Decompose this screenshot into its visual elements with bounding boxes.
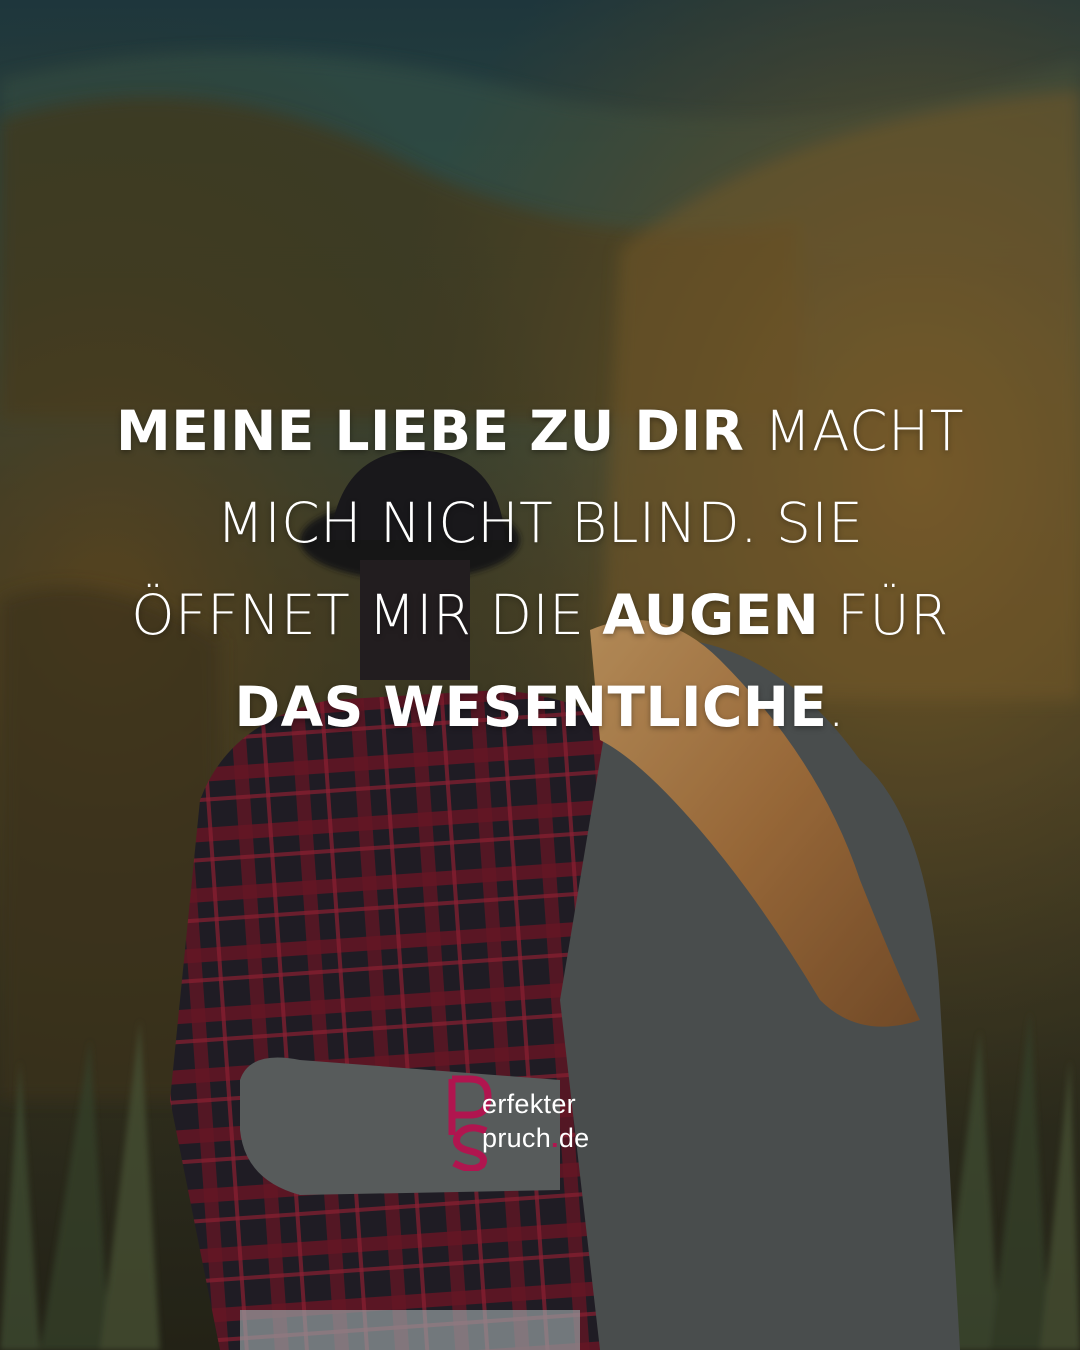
quote-line-4: DAS WESENTLICHE. bbox=[40, 661, 1040, 753]
logo-word-spruch: pruch.de bbox=[482, 1123, 590, 1153]
logo-dot: . bbox=[551, 1123, 559, 1153]
quote-line-1: MEINE LIEBE ZU DIR MACHT bbox=[40, 385, 1040, 477]
logo-word-perfekter: erfekter bbox=[482, 1089, 576, 1119]
quote-light-segment: MACHT bbox=[764, 399, 964, 463]
quote-line-3: ÖFFNET MIR DIE AUGEN FÜR bbox=[40, 569, 1040, 661]
quote-bold-segment: MEINE LIEBE ZU DIR bbox=[115, 399, 765, 463]
quote-light-segment: MICH NICHT BLIND. SIE bbox=[216, 491, 864, 555]
logo-word-spruch-text: pruch bbox=[482, 1123, 552, 1153]
quote-light-segment: FÜR bbox=[819, 583, 949, 647]
logo-tld: de bbox=[558, 1123, 590, 1153]
quote-light-segment: . bbox=[827, 675, 846, 739]
perfektspruch-logo: erfekter pruch.de bbox=[448, 1075, 648, 1175]
quote-light-segment: ÖFFNET MIR DIE bbox=[131, 583, 603, 647]
quote-line-2: MICH NICHT BLIND. SIE bbox=[40, 477, 1040, 569]
quote-text: MEINE LIEBE ZU DIR MACHT MICH NICHT BLIN… bbox=[40, 385, 1040, 753]
quote-bold-segment: DAS WESENTLICHE bbox=[234, 675, 828, 739]
quote-bold-segment: AUGEN bbox=[602, 583, 820, 647]
